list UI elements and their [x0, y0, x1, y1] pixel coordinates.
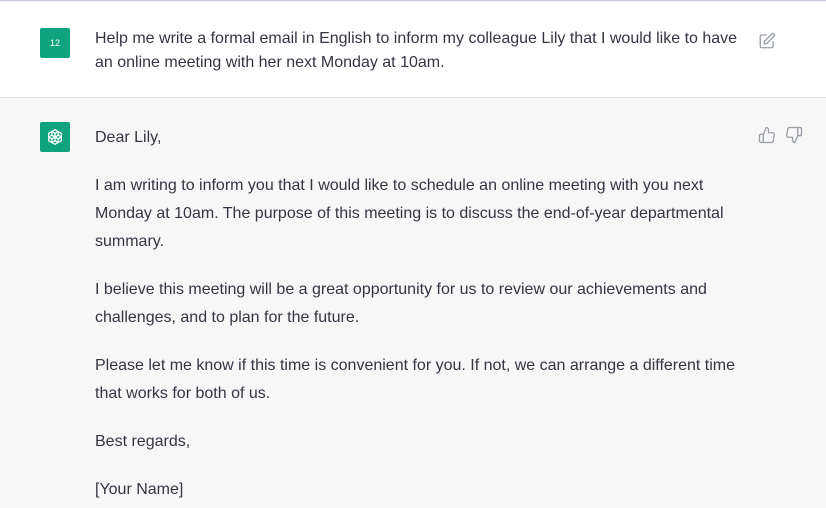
- email-paragraph: I am writing to inform you that I would …: [95, 177, 724, 250]
- chat-window: 12 Help me write a formal email in Engli…: [0, 0, 826, 508]
- thumbs-down-icon[interactable]: [785, 126, 803, 144]
- email-closing: Best regards,: [95, 433, 191, 450]
- thumbs-up-icon[interactable]: [758, 126, 776, 144]
- user-avatar: 12: [40, 28, 70, 58]
- edit-icon[interactable]: [758, 32, 776, 50]
- openai-logo-icon: [40, 122, 70, 152]
- assistant-message-row: Dear Lily, I am writing to inform you th…: [0, 98, 826, 508]
- email-paragraph: Please let me know if this time is conve…: [95, 357, 736, 402]
- user-message-row: 12 Help me write a formal email in Engli…: [0, 2, 826, 98]
- email-paragraph: I believe this meeting will be a great o…: [95, 281, 707, 326]
- user-avatar-label: 12: [49, 38, 60, 48]
- user-message-text: Help me write a formal email in English …: [95, 30, 738, 71]
- email-greeting: Dear Lily,: [95, 129, 162, 146]
- assistant-message-text: Dear Lily, I am writing to inform you th…: [95, 124, 745, 508]
- email-signature: [Your Name]: [95, 481, 184, 498]
